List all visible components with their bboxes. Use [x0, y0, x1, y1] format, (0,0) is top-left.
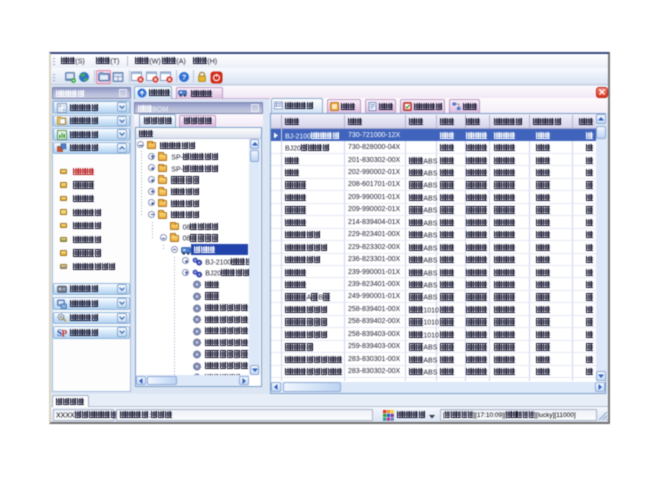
svg-text:P: P [62, 328, 68, 337]
svg-text:?: ? [182, 73, 187, 82]
